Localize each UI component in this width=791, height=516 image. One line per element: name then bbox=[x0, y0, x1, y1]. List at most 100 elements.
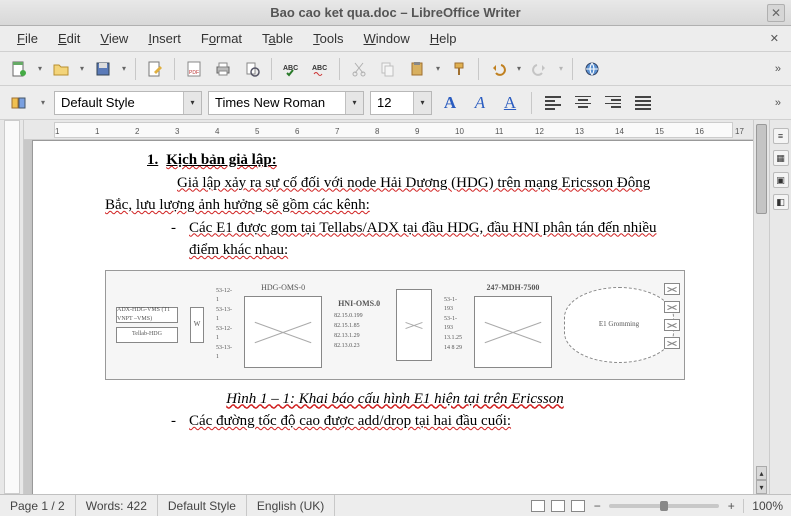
new-dropdown[interactable]: ▾ bbox=[35, 64, 45, 73]
xbox-icon bbox=[664, 319, 680, 331]
view-book-icon[interactable] bbox=[571, 500, 585, 512]
edit-doc-button[interactable] bbox=[142, 56, 168, 82]
sidebar-styles-icon[interactable]: ▦ bbox=[773, 150, 789, 166]
zoom-value[interactable]: 100% bbox=[743, 499, 783, 513]
scroll-down-icon[interactable]: ▾ bbox=[756, 480, 767, 494]
font-name-input[interactable] bbox=[209, 92, 345, 114]
svg-text:ABC: ABC bbox=[283, 65, 298, 72]
redo-dropdown[interactable]: ▾ bbox=[556, 64, 566, 73]
italic-button[interactable]: A bbox=[468, 91, 492, 115]
status-page[interactable]: Page 1 / 2 bbox=[0, 495, 76, 516]
menu-file[interactable]: File bbox=[8, 28, 47, 49]
clone-format-button[interactable] bbox=[446, 56, 472, 82]
zoom-in-icon[interactable]: + bbox=[725, 500, 737, 512]
svg-text:PDF: PDF bbox=[189, 70, 199, 76]
document-viewport[interactable]: 1.Kịch bản giả lập: Giả lập xảy ra sự cố… bbox=[24, 140, 753, 494]
xbox-icon bbox=[664, 283, 680, 295]
font-name-dropdown[interactable]: ▾ bbox=[345, 92, 363, 114]
align-justify-button[interactable] bbox=[631, 91, 655, 115]
standard-toolbar: ▾ ▾ ▾ PDF ABC ABC ▾ ▾ ▾ » bbox=[0, 52, 791, 86]
dg-hdg-oms bbox=[244, 296, 322, 368]
vertical-ruler[interactable] bbox=[0, 120, 24, 494]
open-button[interactable] bbox=[48, 56, 74, 82]
bullet-2: Các đường tốc độ cao được add/drop tại h… bbox=[165, 410, 685, 433]
menu-edit[interactable]: Edit bbox=[49, 28, 89, 49]
underline-button[interactable]: A bbox=[498, 91, 522, 115]
status-language[interactable]: English (UK) bbox=[247, 495, 335, 516]
font-size-dropdown[interactable]: ▾ bbox=[413, 92, 431, 114]
bullet-1: Các E1 được gom tại Tellabs/ADX tại đầu … bbox=[165, 217, 685, 262]
horizontal-ruler[interactable]: 11234567891011121314151617 bbox=[24, 120, 753, 140]
align-left-button[interactable] bbox=[541, 91, 565, 115]
print-preview-button[interactable] bbox=[239, 56, 265, 82]
paste-dropdown[interactable]: ▾ bbox=[433, 64, 443, 73]
xbox-icon bbox=[664, 337, 680, 349]
font-size-combo[interactable]: ▾ bbox=[370, 91, 432, 115]
paragraph-style-input[interactable] bbox=[55, 92, 183, 114]
copy-button[interactable] bbox=[375, 56, 401, 82]
status-style[interactable]: Default Style bbox=[158, 495, 247, 516]
dg-hni-oms bbox=[396, 289, 432, 361]
window-title: Bao cao ket qua.doc – LibreOffice Writer bbox=[270, 5, 520, 20]
document-page[interactable]: 1.Kịch bản giả lập: Giả lập xảy ra sự cố… bbox=[32, 140, 753, 494]
align-right-button[interactable] bbox=[601, 91, 625, 115]
redo-button[interactable] bbox=[527, 56, 553, 82]
save-dropdown[interactable]: ▾ bbox=[119, 64, 129, 73]
menu-window[interactable]: Window bbox=[355, 28, 419, 49]
menu-view[interactable]: View bbox=[91, 28, 137, 49]
view-single-icon[interactable] bbox=[531, 500, 545, 512]
heading-1: 1.Kịch bản giả lập: bbox=[105, 149, 685, 172]
fmt-toolbar-overflow[interactable]: » bbox=[775, 97, 785, 109]
spellcheck-button[interactable]: ABC bbox=[278, 56, 304, 82]
hyperlink-button[interactable] bbox=[579, 56, 605, 82]
paste-button[interactable] bbox=[404, 56, 430, 82]
vertical-scrollbar[interactable]: ▴ ▾ bbox=[753, 120, 769, 494]
undo-button[interactable] bbox=[485, 56, 511, 82]
dg-data-1: 53-12-153-13-1 53-12-153-13-1 bbox=[216, 287, 232, 362]
autospell-button[interactable]: ABC bbox=[307, 56, 333, 82]
paragraph-style-combo[interactable]: ▾ bbox=[54, 91, 202, 115]
align-center-button[interactable] bbox=[571, 91, 595, 115]
save-button[interactable] bbox=[90, 56, 116, 82]
figure-caption: Hình 1 – 1: Khai báo cấu hình E1 hiện tạ… bbox=[105, 388, 685, 411]
styles-dropdown[interactable]: ▾ bbox=[38, 98, 48, 107]
embedded-diagram: ADX-HDG-VMS (T1 VNPT –VMS) Tellab-HDG W … bbox=[105, 270, 685, 380]
dg-cloud: E1 Gromming bbox=[564, 287, 674, 363]
font-size-input[interactable] bbox=[371, 92, 413, 114]
print-button[interactable] bbox=[210, 56, 236, 82]
sidebar-panel: ≡ ▦ ▣ ◧ bbox=[769, 120, 791, 494]
sidebar-gallery-icon[interactable]: ▣ bbox=[773, 172, 789, 188]
menu-insert[interactable]: Insert bbox=[139, 28, 190, 49]
menubar: File Edit View Insert Format Table Tools… bbox=[0, 26, 791, 52]
xbox-icon bbox=[664, 301, 680, 313]
statusbar: Page 1 / 2 Words: 422 Default Style Engl… bbox=[0, 494, 791, 516]
toolbar-overflow[interactable]: » bbox=[775, 63, 785, 75]
menu-help[interactable]: Help bbox=[421, 28, 466, 49]
font-name-combo[interactable]: ▾ bbox=[208, 91, 364, 115]
sidebar-navigator-icon[interactable]: ◧ bbox=[773, 194, 789, 210]
close-icon[interactable]: ✕ bbox=[767, 4, 785, 22]
undo-dropdown[interactable]: ▾ bbox=[514, 64, 524, 73]
menubar-close-icon[interactable]: ✕ bbox=[770, 32, 783, 45]
menu-tools[interactable]: Tools bbox=[304, 28, 352, 49]
formatting-toolbar: ▾ ▾ ▾ ▾ A A A » bbox=[0, 86, 791, 120]
bold-button[interactable]: A bbox=[438, 91, 462, 115]
new-button[interactable] bbox=[6, 56, 32, 82]
paragraph-style-dropdown[interactable]: ▾ bbox=[183, 92, 201, 114]
menu-format[interactable]: Format bbox=[192, 28, 251, 49]
dg-data-3: 53-1-19353-1-193 13.1.2514 8 29 bbox=[444, 296, 462, 353]
open-dropdown[interactable]: ▾ bbox=[77, 64, 87, 73]
styles-button[interactable] bbox=[6, 90, 32, 116]
zoom-out-icon[interactable]: − bbox=[591, 500, 603, 512]
sidebar-properties-icon[interactable]: ≡ bbox=[773, 128, 789, 144]
work-area: 11234567891011121314151617 1.Kịch bản gi… bbox=[0, 120, 791, 494]
status-words[interactable]: Words: 422 bbox=[76, 495, 158, 516]
scroll-up-icon[interactable]: ▴ bbox=[756, 466, 767, 480]
menu-table[interactable]: Table bbox=[253, 28, 302, 49]
svg-text:ABC: ABC bbox=[312, 65, 327, 72]
zoom-slider[interactable] bbox=[609, 504, 719, 508]
view-multi-icon[interactable] bbox=[551, 500, 565, 512]
export-pdf-button[interactable]: PDF bbox=[181, 56, 207, 82]
titlebar: Bao cao ket qua.doc – LibreOffice Writer… bbox=[0, 0, 791, 26]
cut-button[interactable] bbox=[346, 56, 372, 82]
